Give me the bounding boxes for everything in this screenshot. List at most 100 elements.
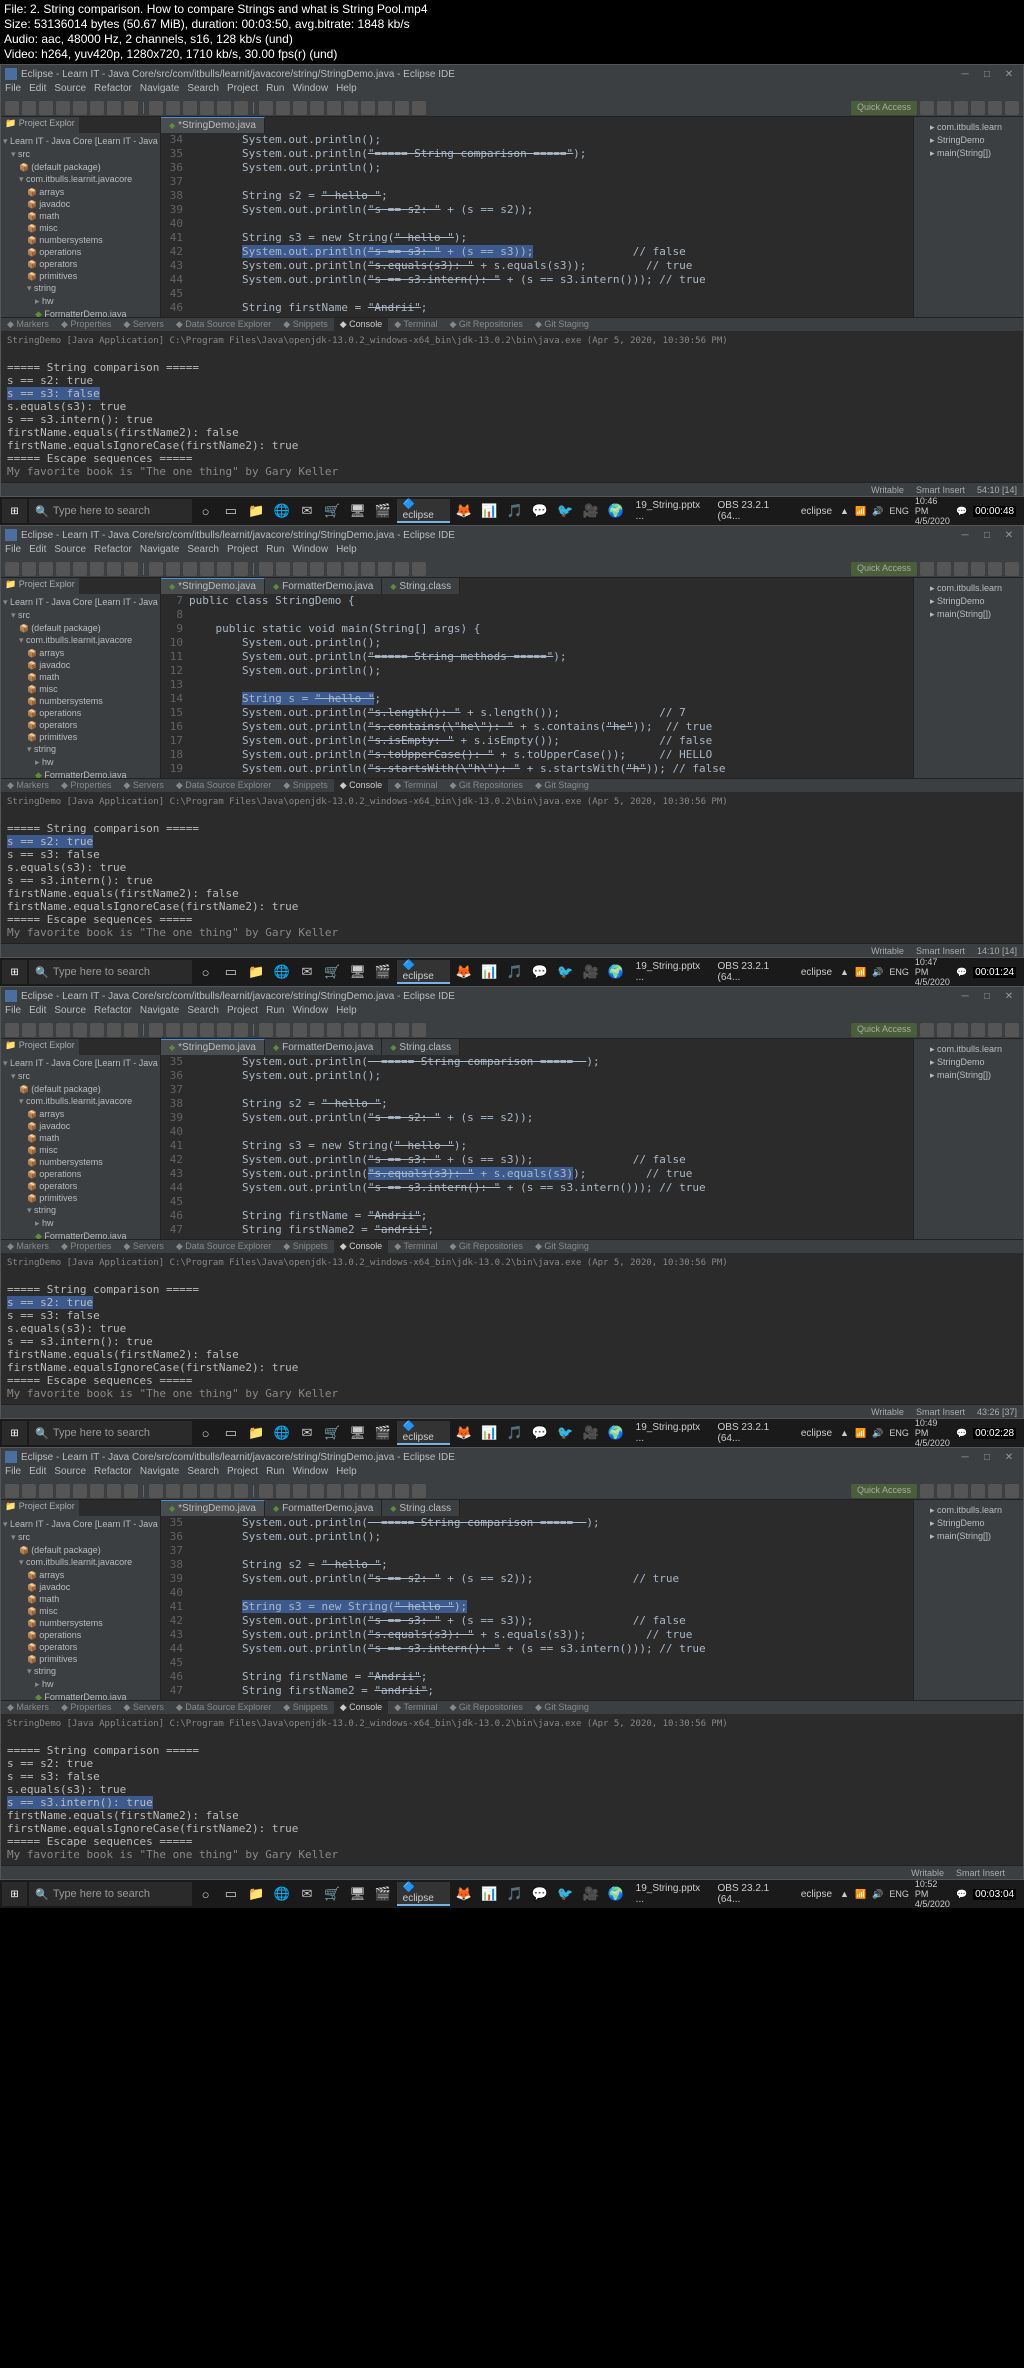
code-line[interactable]: 34 System.out.println();	[161, 133, 913, 147]
tree-node[interactable]: primitives	[3, 731, 158, 743]
code-line[interactable]: 44 System.out.println("s == s3.intern():…	[161, 1181, 913, 1195]
menu-source[interactable]: Source	[54, 1466, 86, 1482]
tree-node[interactable]: FormatterDemo.java	[3, 1230, 158, 1239]
tree-node[interactable]: misc	[3, 222, 158, 234]
toolbar-button[interactable]	[90, 101, 104, 115]
console-tab-git-staging[interactable]: ◆ Git Staging	[529, 779, 595, 792]
outline-node[interactable]: ▸ com.itbulls.learn	[918, 121, 1019, 134]
taskbar-pinned-app[interactable]: ✉	[295, 1421, 318, 1445]
perspective-button[interactable]	[1005, 101, 1019, 115]
toolbar-button[interactable]	[5, 1023, 19, 1037]
toolbar-button[interactable]	[276, 1023, 290, 1037]
console-tab-git-repositories[interactable]: ◆ Git Repositories	[443, 1701, 528, 1714]
menu-help[interactable]: Help	[336, 1005, 357, 1021]
tree-node[interactable]: string	[3, 1665, 158, 1678]
console-tab-git-repositories[interactable]: ◆ Git Repositories	[443, 1240, 528, 1253]
menu-refactor[interactable]: Refactor	[94, 1466, 132, 1482]
code-line[interactable]: 20 System.out.println("s.endsWith(\" \")…	[161, 776, 913, 778]
taskbar-app[interactable]: 🎥	[579, 1882, 602, 1906]
toolbar-button[interactable]	[149, 1484, 163, 1498]
toolbar-button[interactable]	[22, 1484, 36, 1498]
code-line[interactable]: 15 System.out.println("s.length(): " + s…	[161, 706, 913, 720]
code-line[interactable]: 47 String firstName2 = "andrii";	[161, 315, 913, 317]
toolbar-button[interactable]	[395, 1484, 409, 1498]
taskbar-app[interactable]: 💬	[528, 960, 551, 984]
menu-source[interactable]: Source	[54, 544, 86, 560]
menu-help[interactable]: Help	[336, 1466, 357, 1482]
console-tab-markers[interactable]: ◆ Markers	[1, 779, 55, 792]
code-line[interactable]: 36 System.out.println();	[161, 161, 913, 175]
maximize-button[interactable]: □	[977, 1452, 997, 1463]
code-line[interactable]: 47 String firstName2 = "andrii";	[161, 1684, 913, 1698]
menu-run[interactable]: Run	[266, 544, 284, 560]
toolbar-button[interactable]	[378, 1023, 392, 1037]
toolbar-button[interactable]	[259, 1023, 273, 1037]
console-tab-git-staging[interactable]: ◆ Git Staging	[529, 318, 595, 331]
taskbar-app[interactable]: 🎵	[503, 960, 526, 984]
perspective-button[interactable]	[937, 101, 951, 115]
console-tab-terminal[interactable]: ◆ Terminal	[388, 779, 443, 792]
code-line[interactable]: 39 System.out.println("s == s2: " + (s =…	[161, 1572, 913, 1586]
menu-edit[interactable]: Edit	[29, 1005, 46, 1021]
tree-node[interactable]: javadoc	[3, 198, 158, 210]
toolbar-button[interactable]	[344, 1023, 358, 1037]
code-editor[interactable]: 34 System.out.println();35 System.out.pr…	[161, 133, 913, 317]
toolbar-button[interactable]	[234, 1023, 248, 1037]
tree-node[interactable]: string	[3, 1204, 158, 1217]
code-line[interactable]: 35 System.out.println( ===== String comp…	[161, 1055, 913, 1069]
code-line[interactable]: 38 String s2 = " hello ";	[161, 1097, 913, 1111]
outline-node[interactable]: ▸ StringDemo	[918, 1056, 1019, 1069]
toolbar-button[interactable]	[293, 1484, 307, 1498]
taskbar-pinned-app[interactable]: 🖥	[346, 1882, 369, 1906]
perspective-button[interactable]	[937, 1023, 951, 1037]
taskbar-pinned-app[interactable]: 📁	[245, 960, 268, 984]
toolbar-button[interactable]	[183, 101, 197, 115]
system-tray[interactable]: ▲ 📶 🔊 ENG 10:47 PM4/5/2020 💬 00:01:24	[840, 957, 1022, 987]
toolbar-button[interactable]	[5, 101, 19, 115]
taskbar-pinned-app[interactable]: 🎬	[371, 1421, 394, 1445]
project-explorer-tab[interactable]: 📁 Project Explor	[1, 1039, 79, 1055]
tree-node[interactable]: com.itbulls.learnit.javacore	[3, 634, 158, 647]
console-tab-git-repositories[interactable]: ◆ Git Repositories	[443, 318, 528, 331]
search-box[interactable]: 🔍 Type here to search	[29, 960, 192, 984]
console-output[interactable]: StringDemo [Java Application] C:\Program…	[1, 331, 1023, 482]
tree-node[interactable]: hw	[3, 295, 158, 308]
tree-node[interactable]: src	[3, 148, 158, 161]
project-tree[interactable]: Learn IT - Java Core [Learn IT - Java Co…	[1, 594, 160, 778]
tree-node[interactable]: (default package)	[3, 622, 158, 634]
tree-node[interactable]: operators	[3, 258, 158, 270]
perspective-button[interactable]	[937, 562, 951, 576]
tree-node[interactable]: operations	[3, 1168, 158, 1180]
quick-access[interactable]: Quick Access	[851, 101, 917, 115]
toolbar-button[interactable]	[361, 1023, 375, 1037]
tree-node[interactable]: math	[3, 210, 158, 222]
code-line[interactable]: 7public class StringDemo {	[161, 594, 913, 608]
tree-node[interactable]: numbersystems	[3, 1617, 158, 1629]
tree-node[interactable]: (default package)	[3, 1083, 158, 1095]
menu-project[interactable]: Project	[227, 1466, 258, 1482]
tree-node[interactable]: com.itbulls.learnit.javacore	[3, 173, 158, 186]
minimize-button[interactable]: ─	[955, 69, 975, 80]
taskbar-app[interactable]: 📊	[478, 499, 501, 523]
console-tab-console[interactable]: ◆ Console	[334, 1240, 388, 1253]
code-line[interactable]: 37	[161, 1083, 913, 1097]
tree-node[interactable]: Learn IT - Java Core [Learn IT - Java Co…	[3, 1518, 158, 1531]
console-tab-properties[interactable]: ◆ Properties	[55, 1701, 117, 1714]
menu-help[interactable]: Help	[336, 544, 357, 560]
console-tab-console[interactable]: ◆ Console	[334, 1701, 388, 1714]
toolbar-button[interactable]	[395, 1023, 409, 1037]
outline-node[interactable]: ▸ main(String[])	[918, 1069, 1019, 1082]
volume-icon[interactable]: 🔊	[872, 967, 883, 978]
toolbar-button[interactable]	[310, 1023, 324, 1037]
taskbar-app[interactable]: 💬	[528, 1882, 551, 1906]
taskbar-pinned-app[interactable]: 📁	[245, 499, 268, 523]
outline-node[interactable]: ▸ StringDemo	[918, 134, 1019, 147]
toolbar-button[interactable]	[259, 101, 273, 115]
taskbar-pinned-app[interactable]: 🛒	[321, 1421, 344, 1445]
toolbar-button[interactable]	[124, 101, 138, 115]
taskbar-pinned-app[interactable]: 🎬	[371, 960, 394, 984]
code-line[interactable]: 12 System.out.println();	[161, 664, 913, 678]
taskbar-app[interactable]: 19_String.pptx ...	[630, 960, 710, 984]
menu-edit[interactable]: Edit	[29, 544, 46, 560]
toolbar-button[interactable]	[259, 1484, 273, 1498]
